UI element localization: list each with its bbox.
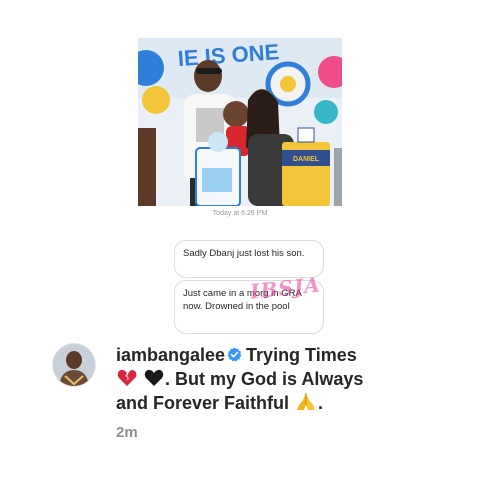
broken-heart-emoji [117, 369, 137, 386]
profile-picture [53, 344, 95, 386]
message-timestamp: Today at 6:26 PM [212, 210, 268, 217]
comment-text-line-1: Trying Times [246, 345, 357, 365]
message-bubble[interactable]: Just came in a morg in GRA now. Drowned … [174, 280, 324, 334]
comment-body: iambangalee Trying Times . But my God is… [116, 343, 416, 415]
birthday-party-photo: IE IS ONE DANIEL [138, 38, 342, 206]
message-text: Just came in a morg in GRA now. Drowned … [183, 288, 302, 312]
comment-text-line-3: and Forever Faithful [116, 393, 290, 413]
praying-hands-emoji [297, 393, 316, 410]
cake-label: DANIEL [293, 156, 320, 163]
message-text: Sadly Dbanj just lost his son. [183, 248, 305, 259]
verified-badge-icon [227, 347, 242, 362]
avatar[interactable] [52, 343, 96, 387]
screenshot: IE IS ONE DANIEL Today at 6:26 PM Sadly … [0, 0, 480, 480]
comment-age: 2m [116, 424, 138, 441]
comment-text-line-4: . [318, 393, 324, 413]
message-bubble[interactable]: Sadly Dbanj just lost his son. [174, 240, 324, 278]
comment-username[interactable]: iambangalee [116, 345, 225, 365]
black-heart-emoji [144, 369, 164, 386]
comment-text-line-2: . But my God is Always [165, 369, 364, 389]
shared-photo[interactable]: IE IS ONE DANIEL [138, 38, 342, 206]
